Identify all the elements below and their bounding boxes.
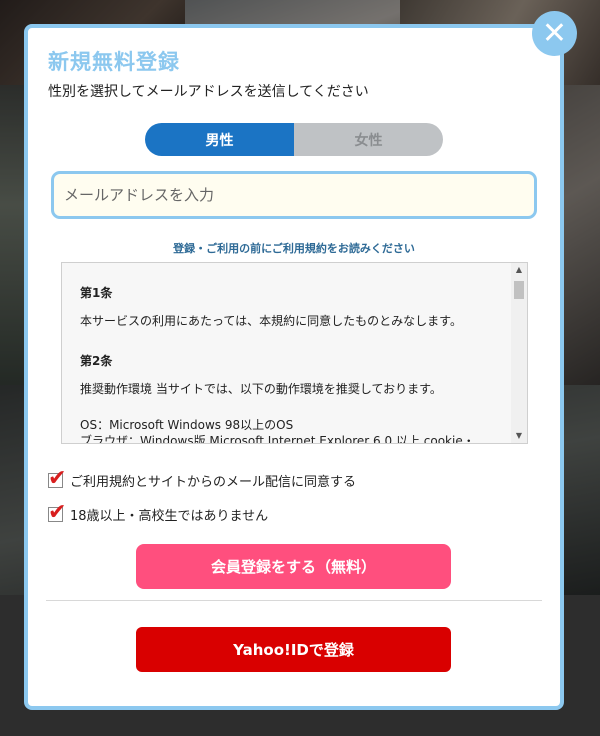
scrollbar-thumb[interactable] [514, 281, 524, 299]
terms-article-text: 本サービスの利用にあたっては、本規約に同意したものとみなします。 [80, 314, 462, 328]
checkmark-icon: ✔ [48, 466, 67, 491]
scroll-up-arrow-icon[interactable]: ▲ [511, 263, 527, 277]
terms-article-text: ブラウザ：Windows版 Microsoft Internet Explore… [80, 434, 475, 444]
gender-toggle: 男性 女性 [145, 123, 443, 156]
terms-article-text: OS：Microsoft Windows 98以上のOS [80, 418, 294, 432]
gender-option-female[interactable]: 女性 [294, 123, 443, 156]
email-input[interactable] [51, 171, 537, 219]
age-confirm-checkbox[interactable]: ✔ [48, 500, 66, 525]
registration-modal: 新規無料登録 性別を選択してメールアドレスを送信してください 男性 女性 登録・… [24, 24, 564, 710]
modal-title: 新規無料登録 [48, 50, 180, 74]
agree-terms-label[interactable]: ご利用規約とサイトからのメール配信に同意する [70, 471, 356, 490]
terms-heading: 登録・ご利用の前にご利用規約をお読みください [173, 242, 415, 255]
checkmark-icon: ✔ [48, 500, 67, 525]
terms-article-title: 第2条 [80, 354, 113, 368]
scroll-down-arrow-icon[interactable]: ▼ [511, 429, 527, 443]
close-icon[interactable]: ✕ [532, 11, 577, 56]
divider [46, 600, 542, 601]
agree-terms-checkbox-row[interactable]: ✔ ご利用規約とサイトからのメール配信に同意する [48, 466, 356, 491]
age-confirm-checkbox-row[interactable]: ✔ 18歳以上・高校生ではありません [48, 500, 268, 525]
register-button[interactable]: 会員登録をする（無料） [136, 544, 451, 589]
modal-subtitle: 性別を選択してメールアドレスを送信してください [48, 84, 369, 100]
terms-scrollbar[interactable]: ▲ ▼ [511, 263, 527, 443]
agree-terms-checkbox[interactable]: ✔ [48, 466, 66, 491]
age-confirm-label[interactable]: 18歳以上・高校生ではありません [70, 505, 268, 524]
terms-article-title: 第1条 [80, 286, 113, 300]
terms-scroll-box[interactable]: 第1条 本サービスの利用にあたっては、本規約に同意したものとみなします。 第2条… [61, 262, 528, 444]
yahoo-login-button[interactable]: Yahoo!IDで登録 [136, 627, 451, 672]
terms-article-text: 推奨動作環境 当サイトでは、以下の動作環境を推奨しております。 [80, 382, 442, 396]
gender-option-male[interactable]: 男性 [145, 123, 294, 156]
